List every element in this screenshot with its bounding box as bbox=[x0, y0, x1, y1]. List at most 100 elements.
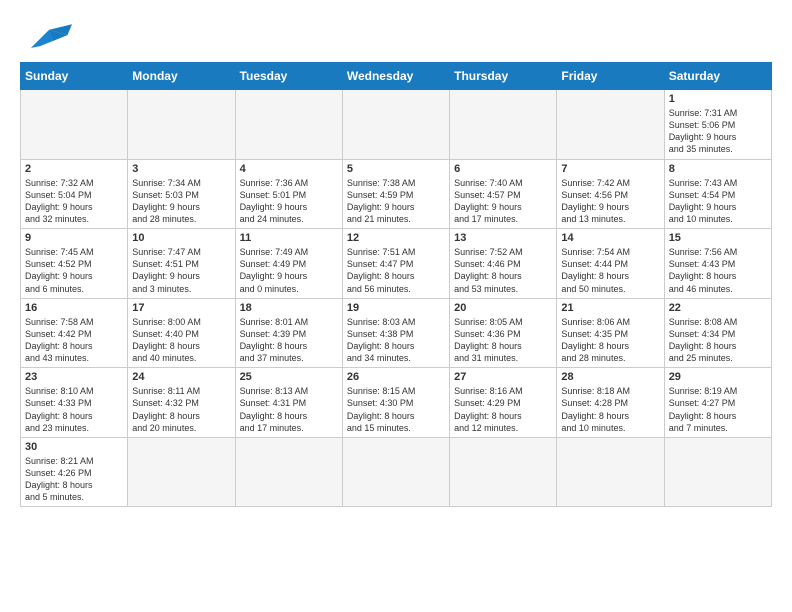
weekday-thursday: Thursday bbox=[450, 63, 557, 90]
day-number: 22 bbox=[669, 302, 767, 314]
week-row-2: 9 Sunrise: 7:45 AM Sunset: 4:52 PM Daylig… bbox=[21, 229, 772, 299]
calendar-cell: 10 Sunrise: 7:47 AM Sunset: 4:51 PM Dayli… bbox=[128, 229, 235, 299]
day-info: Sunrise: 7:40 AM Sunset: 4:57 PM Dayligh… bbox=[454, 177, 552, 226]
calendar-cell: 25 Sunrise: 8:13 AM Sunset: 4:31 PM Dayli… bbox=[235, 368, 342, 438]
week-row-3: 16Sunrise: 7:58 AM Sunset: 4:42 PM Dayli… bbox=[21, 298, 772, 368]
calendar-cell: 8Sunrise: 7:43 AM Sunset: 4:54 PM Daylig… bbox=[664, 159, 771, 229]
day-info: Sunrise: 8:06 AM Sunset: 4:35 PM Dayligh… bbox=[561, 316, 659, 365]
day-number: 9 bbox=[25, 232, 123, 244]
calendar-cell bbox=[128, 90, 235, 160]
weekday-monday: Monday bbox=[128, 63, 235, 90]
day-number: 5 bbox=[347, 163, 445, 175]
week-row-1: 2 Sunrise: 7:32 AM Sunset: 5:04 PM Daylig… bbox=[21, 159, 772, 229]
weekday-sunday: Sunday bbox=[21, 63, 128, 90]
day-number: 21 bbox=[561, 302, 659, 314]
calendar-cell: 11 Sunrise: 7:49 AM Sunset: 4:49 PM Dayli… bbox=[235, 229, 342, 299]
calendar-cell: 16Sunrise: 7:58 AM Sunset: 4:42 PM Dayli… bbox=[21, 298, 128, 368]
calendar-cell bbox=[557, 90, 664, 160]
day-number: 26 bbox=[347, 371, 445, 383]
day-info: Sunrise: 7:52 AM Sunset: 4:46 PM Dayligh… bbox=[454, 246, 552, 295]
day-number: 29 bbox=[669, 371, 767, 383]
day-info: Sunrise: 7:45 AM Sunset: 4:52 PM Dayligh… bbox=[25, 246, 123, 295]
week-row-0: 1 Sunrise: 7:31 AM Sunset: 5:06 PM Daylig… bbox=[21, 90, 772, 160]
calendar-cell: 24Sunrise: 8:11 AM Sunset: 4:32 PM Dayli… bbox=[128, 368, 235, 438]
day-info: Sunrise: 8:19 AM Sunset: 4:27 PM Dayligh… bbox=[669, 385, 767, 434]
calendar-cell: 1 Sunrise: 7:31 AM Sunset: 5:06 PM Daylig… bbox=[664, 90, 771, 160]
day-number: 13 bbox=[454, 232, 552, 244]
day-number: 1 bbox=[669, 93, 767, 105]
calendar-cell: 7Sunrise: 7:42 AM Sunset: 4:56 PM Daylig… bbox=[557, 159, 664, 229]
day-info: Sunrise: 7:38 AM Sunset: 4:59 PM Dayligh… bbox=[347, 177, 445, 226]
calendar-cell: 23 Sunrise: 8:10 AM Sunset: 4:33 PM Dayli… bbox=[21, 368, 128, 438]
calendar-cell: 20Sunrise: 8:05 AM Sunset: 4:36 PM Dayli… bbox=[450, 298, 557, 368]
calendar-cell: 14Sunrise: 7:54 AM Sunset: 4:44 PM Dayli… bbox=[557, 229, 664, 299]
day-info: Sunrise: 7:32 AM Sunset: 5:04 PM Dayligh… bbox=[25, 177, 123, 226]
day-number: 3 bbox=[132, 163, 230, 175]
day-number: 24 bbox=[132, 371, 230, 383]
day-number: 7 bbox=[561, 163, 659, 175]
day-number: 18 bbox=[240, 302, 338, 314]
calendar-cell bbox=[664, 437, 771, 507]
weekday-header-row: SundayMondayTuesdayWednesdayThursdayFrid… bbox=[21, 63, 772, 90]
page: SundayMondayTuesdayWednesdayThursdayFrid… bbox=[0, 0, 792, 523]
calendar-cell: 6 Sunrise: 7:40 AM Sunset: 4:57 PM Daylig… bbox=[450, 159, 557, 229]
calendar-cell: 18Sunrise: 8:01 AM Sunset: 4:39 PM Dayli… bbox=[235, 298, 342, 368]
day-number: 11 bbox=[240, 232, 338, 244]
day-number: 16 bbox=[25, 302, 123, 314]
calendar-cell bbox=[342, 437, 449, 507]
calendar-cell: 2 Sunrise: 7:32 AM Sunset: 5:04 PM Daylig… bbox=[21, 159, 128, 229]
day-info: Sunrise: 8:05 AM Sunset: 4:36 PM Dayligh… bbox=[454, 316, 552, 365]
calendar-cell bbox=[557, 437, 664, 507]
day-info: Sunrise: 8:10 AM Sunset: 4:33 PM Dayligh… bbox=[25, 385, 123, 434]
calendar-cell: 28 Sunrise: 8:18 AM Sunset: 4:28 PM Dayli… bbox=[557, 368, 664, 438]
header bbox=[20, 16, 772, 52]
day-info: Sunrise: 7:56 AM Sunset: 4:43 PM Dayligh… bbox=[669, 246, 767, 295]
calendar-cell: 30 Sunrise: 8:21 AM Sunset: 4:26 PM Dayli… bbox=[21, 437, 128, 507]
calendar-cell bbox=[450, 90, 557, 160]
calendar-cell: 15Sunrise: 7:56 AM Sunset: 4:43 PM Dayli… bbox=[664, 229, 771, 299]
day-number: 2 bbox=[25, 163, 123, 175]
calendar-cell: 12Sunrise: 7:51 AM Sunset: 4:47 PM Dayli… bbox=[342, 229, 449, 299]
calendar-cell bbox=[235, 90, 342, 160]
day-info: Sunrise: 7:34 AM Sunset: 5:03 PM Dayligh… bbox=[132, 177, 230, 226]
calendar-cell: 17 Sunrise: 8:00 AM Sunset: 4:40 PM Dayli… bbox=[128, 298, 235, 368]
day-info: Sunrise: 7:49 AM Sunset: 4:49 PM Dayligh… bbox=[240, 246, 338, 295]
calendar-cell: 19Sunrise: 8:03 AM Sunset: 4:38 PM Dayli… bbox=[342, 298, 449, 368]
day-number: 17 bbox=[132, 302, 230, 314]
day-info: Sunrise: 8:18 AM Sunset: 4:28 PM Dayligh… bbox=[561, 385, 659, 434]
calendar-cell: 13 Sunrise: 7:52 AM Sunset: 4:46 PM Dayli… bbox=[450, 229, 557, 299]
day-info: Sunrise: 8:21 AM Sunset: 4:26 PM Dayligh… bbox=[25, 455, 123, 504]
day-number: 4 bbox=[240, 163, 338, 175]
day-info: Sunrise: 8:13 AM Sunset: 4:31 PM Dayligh… bbox=[240, 385, 338, 434]
calendar-cell bbox=[128, 437, 235, 507]
week-row-5: 30 Sunrise: 8:21 AM Sunset: 4:26 PM Dayli… bbox=[21, 437, 772, 507]
day-info: Sunrise: 7:54 AM Sunset: 4:44 PM Dayligh… bbox=[561, 246, 659, 295]
day-number: 6 bbox=[454, 163, 552, 175]
day-number: 8 bbox=[669, 163, 767, 175]
calendar-cell bbox=[450, 437, 557, 507]
week-row-4: 23 Sunrise: 8:10 AM Sunset: 4:33 PM Dayli… bbox=[21, 368, 772, 438]
calendar-cell: 5 Sunrise: 7:38 AM Sunset: 4:59 PM Daylig… bbox=[342, 159, 449, 229]
calendar-cell: 9 Sunrise: 7:45 AM Sunset: 4:52 PM Daylig… bbox=[21, 229, 128, 299]
calendar-cell: 26Sunrise: 8:15 AM Sunset: 4:30 PM Dayli… bbox=[342, 368, 449, 438]
calendar-cell: 21 Sunrise: 8:06 AM Sunset: 4:35 PM Dayli… bbox=[557, 298, 664, 368]
day-info: Sunrise: 8:16 AM Sunset: 4:29 PM Dayligh… bbox=[454, 385, 552, 434]
day-number: 28 bbox=[561, 371, 659, 383]
day-number: 12 bbox=[347, 232, 445, 244]
weekday-saturday: Saturday bbox=[664, 63, 771, 90]
day-info: Sunrise: 8:00 AM Sunset: 4:40 PM Dayligh… bbox=[132, 316, 230, 365]
calendar-cell bbox=[342, 90, 449, 160]
day-number: 10 bbox=[132, 232, 230, 244]
day-info: Sunrise: 7:31 AM Sunset: 5:06 PM Dayligh… bbox=[669, 107, 767, 156]
day-info: Sunrise: 8:03 AM Sunset: 4:38 PM Dayligh… bbox=[347, 316, 445, 365]
day-info: Sunrise: 7:47 AM Sunset: 4:51 PM Dayligh… bbox=[132, 246, 230, 295]
day-info: Sunrise: 8:08 AM Sunset: 4:34 PM Dayligh… bbox=[669, 316, 767, 365]
calendar-cell: 4Sunrise: 7:36 AM Sunset: 5:01 PM Daylig… bbox=[235, 159, 342, 229]
weekday-friday: Friday bbox=[557, 63, 664, 90]
day-number: 30 bbox=[25, 441, 123, 453]
calendar-cell: 3 Sunrise: 7:34 AM Sunset: 5:03 PM Daylig… bbox=[128, 159, 235, 229]
calendar-cell: 29 Sunrise: 8:19 AM Sunset: 4:27 PM Dayli… bbox=[664, 368, 771, 438]
day-number: 23 bbox=[25, 371, 123, 383]
day-number: 25 bbox=[240, 371, 338, 383]
calendar: SundayMondayTuesdayWednesdayThursdayFrid… bbox=[20, 62, 772, 507]
